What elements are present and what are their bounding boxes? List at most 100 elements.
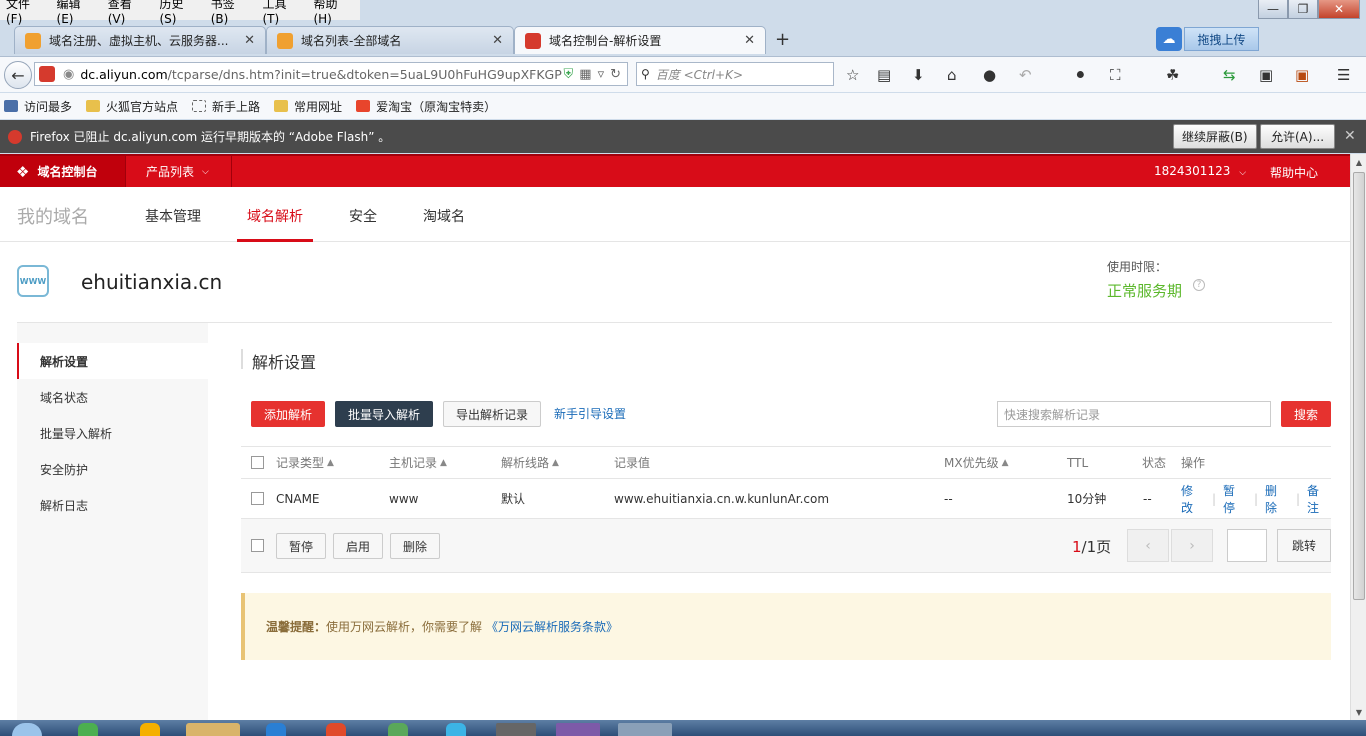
- scrollbar-thumb[interactable]: [1353, 172, 1365, 600]
- sidebar-item-domain-status[interactable]: 域名状态: [17, 379, 208, 415]
- terms-link[interactable]: 《万网云解析服务条款》: [486, 618, 618, 635]
- bookmark-most-visited[interactable]: 访问最多: [4, 98, 72, 115]
- tab-close-icon[interactable]: ✕: [492, 33, 503, 48]
- help-question-icon[interactable]: ?: [1193, 279, 1205, 291]
- crop-icon[interactable]: ⛶: [1110, 66, 1121, 84]
- download-icon[interactable]: ⬇: [912, 66, 925, 84]
- batch-pause-button[interactable]: 暂停: [276, 533, 326, 559]
- menu-view[interactable]: 查看(V): [102, 0, 154, 26]
- upload-button[interactable]: 拖拽上传: [1184, 27, 1259, 51]
- product-list-menu[interactable]: 产品列表 ⌵: [126, 156, 232, 187]
- edit-link[interactable]: 修改: [1181, 482, 1205, 516]
- batch-enable-button[interactable]: 启用: [333, 533, 383, 559]
- sidebar-item-batch-import[interactable]: 批量导入解析: [17, 415, 208, 451]
- maximize-icon[interactable]: ❐: [1288, 0, 1318, 19]
- tab-tao-domain[interactable]: 淘域名: [423, 206, 465, 226]
- vertical-scrollbar[interactable]: ▲ ▼: [1350, 154, 1366, 720]
- batch-delete-button[interactable]: 删除: [390, 533, 440, 559]
- tab-close-icon[interactable]: ✕: [744, 33, 755, 48]
- column-line[interactable]: 解析线路 ▲: [501, 447, 559, 478]
- column-host[interactable]: 主机记录 ▲: [389, 447, 447, 478]
- sleep-icon[interactable]: ▣: [1259, 66, 1273, 84]
- menu-tools[interactable]: 工具(T): [257, 0, 308, 26]
- taskbar-app-icon[interactable]: [266, 723, 286, 736]
- hamburger-menu-icon[interactable]: ☰: [1337, 66, 1350, 84]
- account-menu[interactable]: 1824301123 ⌵: [1154, 164, 1246, 178]
- column-mx[interactable]: MX优先级 ▲: [944, 447, 1009, 478]
- sidebar-item-security-protection[interactable]: 安全防护: [17, 451, 208, 487]
- page-number-input[interactable]: [1227, 529, 1267, 562]
- help-center-link[interactable]: 帮助中心: [1270, 164, 1318, 181]
- sidebar-item-dns-settings[interactable]: 解析设置: [17, 343, 208, 379]
- url-text[interactable]: dc.aliyun.com/tcparse/dns.htm?init=true&…: [80, 67, 563, 82]
- taskbar-app-icon[interactable]: [618, 723, 672, 736]
- remark-link[interactable]: 备注: [1307, 482, 1331, 516]
- add-record-button[interactable]: 添加解析: [251, 401, 325, 427]
- allow-flash-button[interactable]: 允许(A)...: [1260, 124, 1336, 149]
- menu-bookmarks[interactable]: 书签(B): [205, 0, 257, 26]
- menu-edit[interactable]: 编辑(E): [51, 0, 102, 26]
- tab-domain-list[interactable]: 域名列表-全部域名 ✕: [266, 26, 514, 54]
- start-button-icon[interactable]: [12, 723, 42, 736]
- bookmark-firefox-site[interactable]: 火狐官方站点: [86, 98, 178, 115]
- taskbar-app-icon[interactable]: [556, 723, 600, 736]
- home-icon[interactable]: ⌂: [947, 66, 957, 84]
- column-record-type[interactable]: 记录类型 ▲: [276, 447, 334, 478]
- taskbar-app-icon[interactable]: [496, 723, 536, 736]
- url-bar[interactable]: ◉ dc.aliyun.com/tcparse/dns.htm?init=tru…: [34, 62, 628, 86]
- back-arrow-icon[interactable]: ←: [4, 61, 32, 89]
- dropdown-arrow-icon[interactable]: ▿: [598, 67, 605, 82]
- search-records-input[interactable]: 快速搜索解析记录: [997, 401, 1271, 427]
- reading-list-icon[interactable]: ▤: [877, 66, 891, 84]
- shield-icon[interactable]: ⛨: [564, 67, 574, 82]
- console-home-link[interactable]: ❖ 域名控制台: [0, 156, 126, 187]
- tab-aliyun-home[interactable]: 域名注册、虚拟主机、云服务器... ✕: [14, 26, 266, 54]
- comment-icon[interactable]: ⚫: [1074, 66, 1087, 84]
- close-notice-icon[interactable]: ✕: [1344, 128, 1356, 144]
- taskbar-app-icon[interactable]: [186, 723, 240, 736]
- sync-arrows-icon[interactable]: ⇆: [1223, 66, 1236, 84]
- select-all-checkbox[interactable]: [251, 447, 264, 478]
- bookmark-common-sites[interactable]: 常用网址: [274, 98, 342, 115]
- site-identity-icon[interactable]: [39, 66, 55, 82]
- scroll-down-icon[interactable]: ▼: [1351, 704, 1366, 720]
- tab-close-icon[interactable]: ✕: [244, 33, 255, 48]
- guide-settings-link[interactable]: 新手引导设置: [554, 405, 626, 422]
- undo-icon[interactable]: ↶: [1019, 66, 1032, 84]
- qr-code-icon[interactable]: ▦: [579, 67, 591, 82]
- bookmark-getting-started[interactable]: 新手上路: [192, 98, 260, 115]
- tab-security[interactable]: 安全: [349, 206, 377, 226]
- delete-link[interactable]: 删除: [1265, 482, 1289, 516]
- menu-help[interactable]: 帮助(H): [307, 0, 360, 26]
- tab-dns-settings[interactable]: 域名控制台-解析设置 ✕: [514, 26, 766, 54]
- search-button[interactable]: 搜索: [1281, 401, 1331, 427]
- taskbar-app-icon[interactable]: [78, 723, 98, 736]
- sidebar-item-dns-log[interactable]: 解析日志: [17, 487, 208, 523]
- search-bar[interactable]: ⚲ 百度 <Ctrl+K>: [636, 62, 834, 86]
- mouse-gesture-icon[interactable]: ☘: [1166, 66, 1179, 84]
- bookmark-ai-taobao[interactable]: 爱淘宝（原淘宝特卖）: [356, 98, 496, 115]
- menu-file[interactable]: 文件(F): [0, 0, 51, 26]
- taskbar-app-icon[interactable]: [388, 723, 408, 736]
- scroll-up-icon[interactable]: ▲: [1351, 154, 1366, 170]
- export-records-button[interactable]: 导出解析记录: [443, 401, 541, 427]
- taskbar-app-icon[interactable]: [326, 723, 346, 736]
- cloud-upload-icon[interactable]: ☁: [1156, 27, 1182, 51]
- my-domains-title[interactable]: 我的域名: [17, 203, 89, 229]
- addon-icon[interactable]: ▣: [1295, 66, 1309, 84]
- goto-page-button[interactable]: 跳转: [1277, 529, 1331, 562]
- tab-basic-management[interactable]: 基本管理: [145, 206, 201, 226]
- minimize-icon[interactable]: —: [1258, 0, 1288, 19]
- select-all-checkbox-footer[interactable]: [251, 519, 264, 572]
- reload-icon[interactable]: ↻: [610, 67, 621, 82]
- taskbar-app-icon[interactable]: [446, 723, 466, 736]
- taskbar-app-icon[interactable]: [140, 723, 160, 736]
- pause-link[interactable]: 暂停: [1223, 482, 1247, 516]
- continue-blocking-button[interactable]: 继续屏蔽(B): [1173, 124, 1257, 149]
- chat-icon[interactable]: ●: [983, 66, 996, 84]
- close-window-icon[interactable]: ✕: [1318, 0, 1360, 19]
- new-tab-icon[interactable]: +: [775, 29, 790, 50]
- next-page-icon[interactable]: ›: [1171, 529, 1213, 562]
- row-checkbox[interactable]: [251, 479, 264, 518]
- prev-page-icon[interactable]: ‹: [1127, 529, 1169, 562]
